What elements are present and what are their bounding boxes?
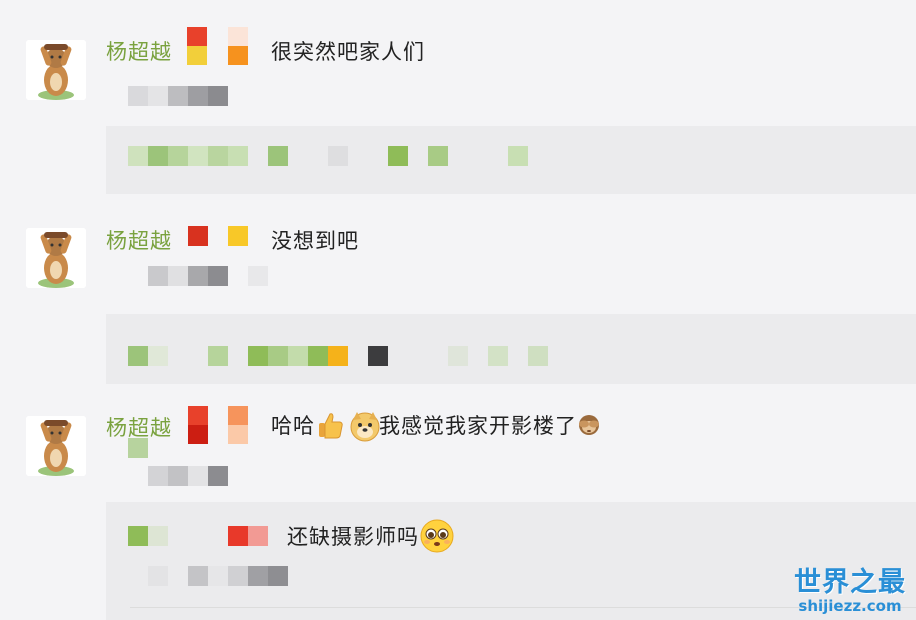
thumbs-up-icon: [315, 410, 345, 440]
badge-icon: [187, 27, 207, 65]
reply-text: 还缺摄影师吗: [287, 518, 455, 556]
comment-text-part: 哈哈: [271, 414, 315, 438]
watermark-title: 世界之最: [794, 567, 906, 598]
watermark-logo: 世界之最 shijiezz.com: [794, 560, 906, 615]
badge-icon: [228, 406, 248, 444]
blurred-timestamp: [208, 266, 228, 286]
doge-icon: [349, 410, 380, 442]
reply-box: [106, 126, 916, 194]
blurred-timestamp: [208, 86, 228, 106]
bear-avatar-icon: [26, 228, 86, 288]
comment-text-part: 我感觉我家开影楼了: [379, 414, 577, 438]
reply-text-part: 还缺摄影师吗: [287, 525, 419, 549]
badge-icon: [188, 406, 208, 444]
comment-text: 很突然吧家人们: [271, 40, 425, 64]
bear-avatar-icon: [26, 40, 86, 100]
blurred-timestamp: [128, 86, 148, 106]
blurred-timestamp: [168, 86, 188, 106]
badge-icon: [188, 226, 208, 246]
see-no-evil-monkey-icon: [577, 413, 601, 437]
watermark-url: shijiezz.com: [798, 597, 902, 615]
blurred-timestamp: [128, 438, 148, 458]
badge-icon: [228, 226, 248, 246]
reply-box: [106, 314, 916, 384]
blurred-timestamp: [188, 266, 208, 286]
badge-icon: [228, 27, 248, 65]
blurred-timestamp: [148, 266, 168, 286]
blurred-timestamp: [208, 466, 228, 486]
username[interactable]: 杨超越: [106, 36, 172, 66]
avatar[interactable]: [26, 228, 86, 288]
blurred-timestamp: [168, 466, 188, 486]
blurred-timestamp: [248, 266, 268, 286]
avatar[interactable]: [26, 40, 86, 100]
avatar[interactable]: [26, 416, 86, 476]
comment-text: 没想到吧: [271, 229, 359, 253]
pleading-face-icon: [419, 518, 455, 554]
blurred-timestamp: [188, 466, 208, 486]
comment-text: 哈哈 我感觉我家开影楼了: [271, 410, 601, 442]
blurred-timestamp: [148, 466, 168, 486]
username[interactable]: 杨超越: [106, 225, 172, 255]
blurred-timestamp: [148, 86, 168, 106]
bear-avatar-icon: [26, 416, 86, 476]
blurred-timestamp: [168, 266, 188, 286]
blurred-timestamp: [188, 86, 208, 106]
